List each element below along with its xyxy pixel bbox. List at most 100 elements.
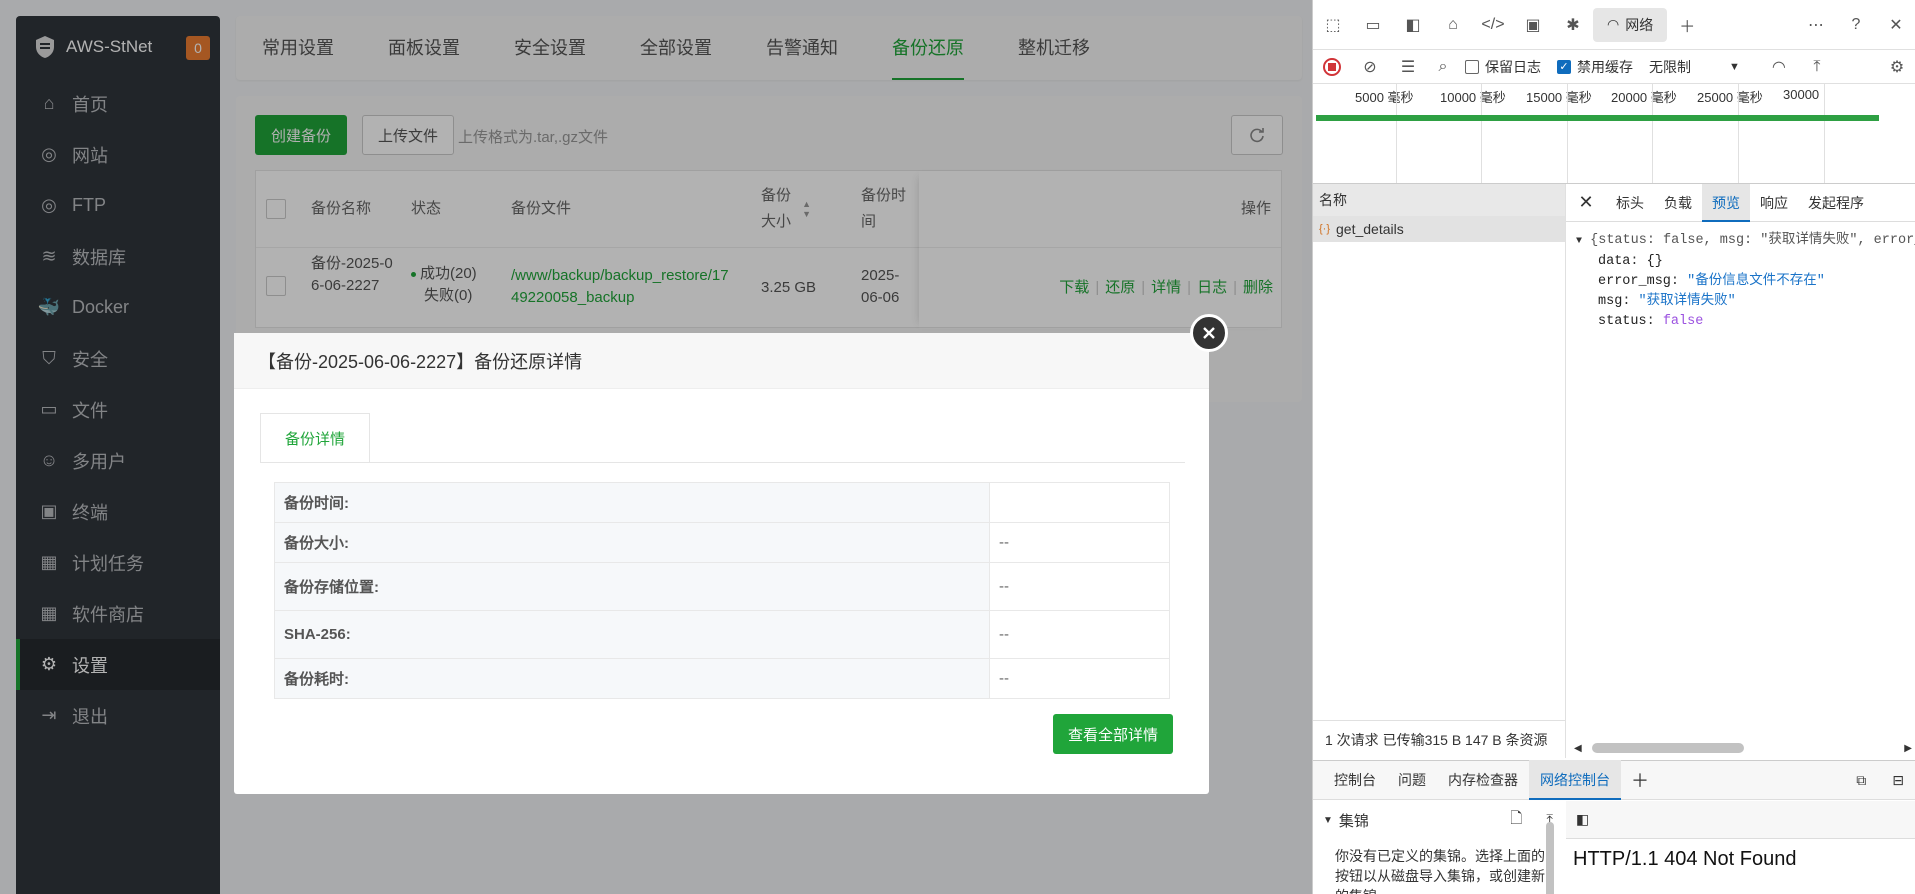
collapse-icon[interactable]: ▼	[1323, 815, 1333, 826]
preserve-log-checkbox[interactable]	[1465, 59, 1479, 74]
request-name: get_details	[1336, 221, 1404, 237]
detail-tab-3[interactable]: 响应	[1750, 184, 1798, 222]
detail-row: 备份时间:	[274, 482, 1170, 523]
sources-bug-icon[interactable]: ✱	[1553, 3, 1593, 47]
response-status-line: HTTP/1.1 404 Not Found	[1573, 848, 1797, 870]
backup-detail-table: 备份时间: 备份大小: -- 备份存储位置: -- SHA-256: -- 备份耗时: --	[274, 482, 1170, 699]
detail-tabs: ✕ 标头 负载 预览 响应 发起程序	[1566, 183, 1915, 222]
console-icon[interactable]: ▣	[1513, 3, 1553, 47]
preview-value: false	[1662, 314, 1704, 329]
detail-value: --	[989, 562, 1170, 611]
undock-icon[interactable]: ⧉	[1856, 772, 1866, 789]
collections-label: 集锦	[1338, 812, 1369, 830]
drawer-tab-0[interactable]: 控制台	[1323, 760, 1387, 800]
xhr-icon: {·}	[1319, 223, 1331, 235]
preserve-log-label: 保留日志	[1485, 58, 1541, 75]
detail-tab-4[interactable]: 发起程序	[1798, 184, 1874, 222]
expand-icon[interactable]: ▼	[1576, 236, 1582, 247]
timeline-bar	[1316, 115, 1879, 121]
view-all-details-button[interactable]: 查看全部详情	[1053, 714, 1173, 754]
collections-empty-text: 你没有已定义的集锦。选择上面的按钮以从磁盘导入集锦，或创建新的集锦。	[1335, 848, 1545, 894]
panel-app: AWS-StNet 0 ⌂ 首页 ◎ 网站 ◎ FTP ≋ 数据库 🐳 Docker ⛉ 安全 ▭ 文件 ☺…	[0, 0, 1312, 894]
request-row[interactable]: {·} get_details	[1313, 216, 1565, 242]
drawer-tab-3[interactable]: 网络控制台	[1529, 760, 1621, 800]
close-drawer-icon[interactable]: ⊟	[1892, 772, 1904, 789]
timeline-tick: 10000 毫秒	[1440, 90, 1506, 105]
help-icon[interactable]: ?	[1836, 3, 1876, 47]
preview-value: "备份信息文件不存在"	[1687, 274, 1825, 289]
inspect-icon[interactable]: ⬚	[1313, 3, 1353, 47]
detail-key: 备份时间:	[274, 482, 990, 523]
detail-tab-2[interactable]: 预览	[1702, 183, 1750, 222]
disable-cache-checkbox[interactable]: ✓	[1557, 59, 1571, 74]
clear-icon[interactable]: ⊘	[1351, 50, 1389, 84]
tab-backup-details[interactable]: 备份详情	[260, 413, 370, 463]
drawer-tab-2[interactable]: 内存检查器	[1437, 760, 1529, 800]
disable-cache-label: 禁用缓存	[1577, 58, 1633, 75]
import-icon[interactable]: ⤒	[1798, 50, 1836, 84]
drawer-tab-1[interactable]: 问题	[1387, 760, 1437, 800]
preview-line: msg: "获取详情失败"	[1598, 294, 1736, 309]
detail-row: 备份耗时: --	[274, 658, 1170, 699]
dock-icon[interactable]: ◧	[1393, 3, 1433, 47]
json-preview: ▼ {status: false, msg: "获取详情失败", error_m…	[1576, 231, 1915, 332]
preview-summary: {status: false, msg: "获取详情失败", error_msg…	[1590, 233, 1915, 248]
modal-close-button[interactable]	[1190, 314, 1228, 352]
drawer-scrollbar[interactable]	[1546, 808, 1556, 894]
name-column-header[interactable]: 名称	[1313, 184, 1565, 216]
tab-network[interactable]: ◠ 网络	[1593, 7, 1668, 42]
backup-detail-modal: 【备份-2025-06-06-2227】备份还原详情 备份详情 备份时间: 备份大…	[234, 333, 1209, 794]
settings-icon[interactable]: ⚙	[1878, 50, 1915, 84]
new-file-icon[interactable]: 🗋	[1510, 808, 1522, 833]
preview-line: data: {}	[1598, 254, 1663, 269]
add-drawer-tab-icon[interactable]: ＋	[1631, 767, 1649, 793]
detail-value: --	[989, 658, 1170, 699]
column-divider	[1565, 184, 1566, 758]
sidebar-toggle-icon[interactable]: ◧	[1576, 811, 1589, 828]
search-icon[interactable]: ⌕	[1427, 50, 1459, 84]
device-emulation-icon[interactable]: ▭	[1353, 3, 1393, 47]
wifi-icon: ◠	[1607, 16, 1620, 32]
preview-value: "获取详情失败"	[1638, 294, 1736, 309]
detail-tab-0[interactable]: 标头	[1606, 184, 1654, 222]
close-icon	[1203, 327, 1215, 339]
tab-network-label: 网络	[1625, 16, 1654, 33]
timeline-tick: 5000 毫秒	[1355, 90, 1414, 105]
preview-key: status	[1598, 314, 1647, 329]
detail-value: --	[989, 522, 1170, 563]
preview-line: error_msg: "备份信息文件不存在"	[1598, 274, 1825, 289]
timeline-tick: 25000 毫秒	[1697, 90, 1763, 105]
preview-key: data	[1598, 254, 1631, 269]
detail-key: 备份耗时:	[274, 658, 990, 699]
preview-key: error_msg	[1598, 274, 1671, 289]
elements-icon[interactable]: </>	[1473, 3, 1513, 47]
preview-line: status: false	[1598, 314, 1704, 329]
throttle-select[interactable]: 无限制	[1649, 57, 1729, 77]
detail-key: 备份大小:	[274, 522, 990, 563]
detail-value: --	[989, 610, 1170, 659]
collections-header: ▼ 集锦 🗋 ⤒	[1313, 801, 1565, 839]
devtools-toolbar: ⬚ ▭ ◧ ⌂ </> ▣ ✱ ◠ 网络 ＋ ⋯ ? ✕	[1313, 0, 1915, 50]
add-tab-icon[interactable]: ＋	[1667, 3, 1707, 47]
network-conditions-icon[interactable]: ◠	[1760, 50, 1798, 84]
detail-tab-1[interactable]: 负载	[1654, 184, 1702, 222]
network-toolbar: ⊘ ☰ ⌕ 保留日志 ✓ 禁用缓存 无限制 ▼ ◠ ⤒ ⚙	[1313, 50, 1915, 84]
timeline-tick: 30000	[1783, 87, 1820, 102]
devtools-panel: ⬚ ▭ ◧ ⌂ </> ▣ ✱ ◠ 网络 ＋ ⋯ ? ✕ ⊘ ☰ ⌕ 保留日志 ✓…	[1312, 0, 1915, 894]
detail-row: SHA-256: --	[274, 610, 1170, 659]
filter-icon[interactable]: ☰	[1389, 50, 1427, 84]
more-icon[interactable]: ⋯	[1796, 3, 1836, 47]
timeline-tick: 20000 毫秒	[1611, 90, 1677, 105]
close-devtools-icon[interactable]: ✕	[1876, 3, 1915, 47]
response-toolbar: ◧	[1566, 801, 1915, 839]
dropdown-icon: ▼	[1729, 60, 1740, 73]
detail-row: 备份存储位置: --	[274, 562, 1170, 611]
horizontal-scrollbar[interactable]: ◀ ▶	[1566, 740, 1915, 756]
welcome-home-icon[interactable]: ⌂	[1433, 3, 1473, 47]
drawer-tabbar: 控制台 问题 内存检查器 网络控制台 ＋ ⧉ ⊟	[1313, 760, 1915, 800]
preview-key: msg	[1598, 294, 1623, 309]
timeline-tick: 15000 毫秒	[1526, 90, 1592, 105]
close-detail-icon[interactable]: ✕	[1566, 192, 1606, 213]
record-icon[interactable]	[1313, 50, 1351, 84]
modal-title: 【备份-2025-06-06-2227】备份还原详情	[234, 333, 1209, 389]
